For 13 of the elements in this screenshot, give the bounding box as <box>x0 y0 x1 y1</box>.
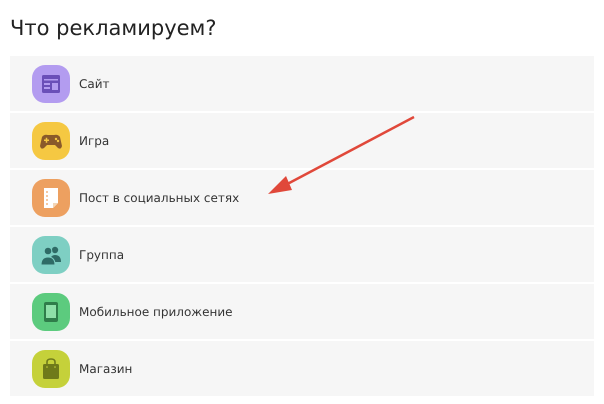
option-label: Магазин <box>79 362 132 376</box>
option-label: Пост в социальных сетях <box>79 190 240 204</box>
option-row[interactable]: Мобильное приложение <box>10 284 594 339</box>
option-label: Игра <box>79 134 110 148</box>
option-row[interactable]: Магазин <box>10 341 594 396</box>
page-title: Что рекламируем? <box>10 15 218 42</box>
option-label: Мобильное приложение <box>79 304 233 318</box>
option-row[interactable]: Игра <box>10 113 594 168</box>
option-label: Группа <box>79 248 124 262</box>
option-row[interactable]: Группа <box>10 227 594 282</box>
option-row[interactable]: Сайт <box>10 56 594 111</box>
option-label: Сайт <box>79 76 110 90</box>
option-row[interactable]: Пост в социальных сетях <box>10 170 594 225</box>
